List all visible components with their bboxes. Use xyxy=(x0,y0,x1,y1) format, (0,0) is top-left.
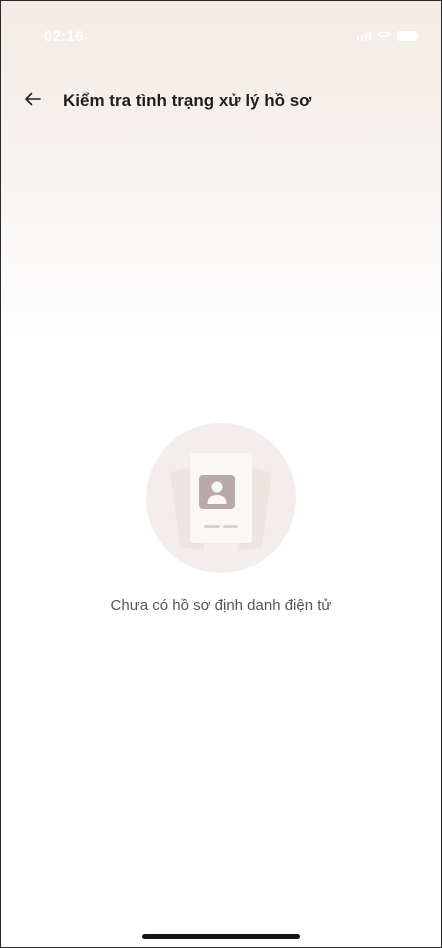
back-arrow-icon[interactable] xyxy=(23,89,43,109)
battery-icon xyxy=(397,31,419,41)
id-card-illustration-icon xyxy=(146,423,296,573)
status-icons xyxy=(356,31,419,41)
empty-state: Chưa có hồ sơ định danh điện tử xyxy=(1,423,441,614)
page-title: Kiểm tra tình trạng xử lý hồ sơ xyxy=(63,91,312,110)
status-bar: 02:16 xyxy=(1,1,441,71)
wifi-icon xyxy=(377,31,391,41)
app-screen: 02:16 Kiểm tra tình trạng xử lý hồ sơ Ch… xyxy=(0,0,442,948)
empty-state-message: Chưa có hồ sơ định danh điện tử xyxy=(110,597,332,614)
status-time: 02:16 xyxy=(44,28,84,45)
app-header: Kiểm tra tình trạng xử lý hồ sơ xyxy=(1,81,441,121)
signal-icon xyxy=(356,31,371,41)
home-indicator[interactable] xyxy=(142,934,300,939)
